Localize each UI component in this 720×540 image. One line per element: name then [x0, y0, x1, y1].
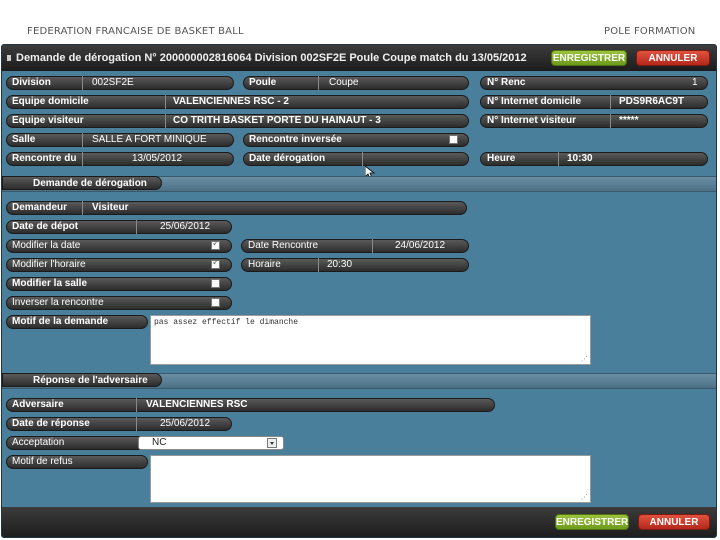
- heure-label: Heure: [487, 153, 516, 164]
- modifier-horaire-label: Modifier l'horaire: [12, 259, 86, 270]
- date-rencontre-label: Date Rencontre: [248, 240, 319, 251]
- date-rencontre-value: 24/06/2012: [395, 240, 446, 251]
- motif-refus-textarea[interactable]: ⋰: [150, 455, 591, 503]
- rencontre-du-label: Rencontre du: [12, 153, 77, 164]
- derogation-window: Demande de dérogation N° 200000002816064…: [1, 44, 717, 538]
- acceptation-value: NC: [152, 437, 167, 448]
- divider: [82, 201, 83, 215]
- modifier-horaire-checkbox[interactable]: [211, 258, 220, 269]
- motif-demande-textarea[interactable]: pas assez effectif le dimanche ⋰: [150, 315, 591, 365]
- division-label: Division: [12, 77, 51, 88]
- modifier-salle-label: Modifier la salle: [12, 278, 88, 289]
- divider: [136, 417, 137, 431]
- rencontre-inversee-label: Rencontre inversée: [249, 134, 342, 145]
- demandeur-field: [6, 201, 467, 215]
- division-value: 002SF2E: [92, 77, 134, 88]
- date-depot-value: 25/06/2012: [160, 221, 211, 232]
- slide-right-header: POLE FORMATION: [604, 26, 696, 37]
- modifier-salle-checkbox[interactable]: [211, 279, 220, 288]
- cancel-button[interactable]: ANNULER: [636, 50, 710, 66]
- modifier-date-label: Modifier la date: [12, 240, 81, 251]
- divider: [82, 133, 83, 147]
- internet-visiteur-value: *****: [619, 115, 639, 126]
- footer-cancel-button[interactable]: ANNULER: [638, 514, 710, 530]
- date-reponse-value: 25/06/2012: [160, 418, 211, 429]
- poule-label: Poule: [249, 77, 277, 88]
- date-reponse-label: Date de réponse: [12, 418, 90, 429]
- equipe-visiteur-label: Equipe visiteur: [12, 115, 84, 126]
- resize-grip-icon[interactable]: ⋰: [581, 493, 588, 501]
- internet-domicile-value: PDS9R6AC9T: [619, 96, 685, 107]
- equipe-domicile-label: Equipe domicile: [12, 96, 89, 107]
- date-depot-label: Date de dépot: [12, 221, 79, 232]
- demande-section-title: Demande de dérogation: [33, 178, 147, 189]
- horaire-label: Horaire: [248, 259, 281, 270]
- modifier-date-checkbox[interactable]: [211, 239, 220, 250]
- chevron-down-icon[interactable]: [267, 438, 277, 448]
- motif-demande-label: Motif de la demande: [12, 316, 109, 327]
- internet-visiteur-label: N° Internet visiteur: [487, 115, 577, 126]
- save-button[interactable]: ENREGISTRER: [551, 50, 627, 66]
- motif-refus-label: Motif de refus: [12, 456, 73, 467]
- adversaire-value: VALENCIENNES RSC: [146, 399, 248, 410]
- reponse-section-title: Réponse de l'adversaire: [33, 375, 148, 386]
- equipe-visiteur-value: CO TRITH BASKET PORTE DU HAINAUT - 3: [173, 115, 381, 126]
- divider: [136, 398, 137, 412]
- reponse-section-tab[interactable]: Réponse de l'adversaire: [2, 373, 162, 387]
- divider: [318, 258, 319, 272]
- internet-domicile-label: N° Internet domicile: [487, 96, 582, 107]
- rencontre-number-value: 1: [692, 77, 698, 88]
- rencontre-inversee-checkbox[interactable]: [449, 135, 458, 144]
- horaire-value: 20:30: [327, 259, 353, 270]
- equipe-domicile-value: VALENCIENNES RSC - 2: [173, 96, 289, 107]
- divider: [165, 114, 166, 128]
- salle-label: Salle: [12, 134, 36, 145]
- resize-grip-icon[interactable]: ⋰: [581, 355, 588, 363]
- adversaire-field: [6, 398, 495, 412]
- slide-left-header: FEDERATION FRANCAISE DE BASKET BALL: [27, 26, 244, 37]
- window-footer: ENREGISTRER ANNULER: [2, 507, 716, 537]
- divider: [362, 152, 363, 166]
- salle-value: SALLE A FORT MINIQUE: [92, 134, 207, 145]
- motif-demande-text: pas assez effectif le dimanche: [154, 318, 299, 327]
- heure-value: 10:30: [567, 153, 593, 164]
- divider: [372, 239, 373, 253]
- inverser-checkbox[interactable]: [211, 298, 220, 307]
- adversaire-label: Adversaire: [12, 399, 64, 410]
- divider: [165, 95, 166, 109]
- rencontre-du-value: 13/05/2012: [132, 153, 183, 164]
- divider: [136, 220, 137, 234]
- demandeur-label: Demandeur: [12, 202, 68, 213]
- window-title: Demande de dérogation N° 200000002816064…: [7, 52, 527, 64]
- acceptation-label: Acceptation: [12, 437, 65, 448]
- divider: [610, 95, 611, 109]
- rencontre-number-label: N° Renc: [487, 77, 526, 88]
- divider: [558, 152, 559, 166]
- demandeur-value: Visiteur: [92, 202, 129, 213]
- footer-save-button[interactable]: ENREGISTRER: [555, 514, 629, 530]
- demande-section-bar: Demande de dérogation: [2, 176, 716, 192]
- divider: [318, 76, 319, 90]
- divider: [82, 152, 83, 166]
- poule-value: Coupe: [329, 77, 359, 88]
- inverser-label: Inverser la rencontre: [12, 297, 104, 308]
- reponse-section-bar: Réponse de l'adversaire: [2, 373, 716, 389]
- divider: [610, 114, 611, 128]
- window-titlebar: Demande de dérogation N° 200000002816064…: [2, 45, 716, 71]
- demande-section-tab[interactable]: Demande de dérogation: [2, 176, 162, 190]
- divider: [82, 76, 83, 90]
- date-derogation-label: Date dérogation: [249, 153, 326, 164]
- acceptation-select[interactable]: NC: [138, 436, 284, 450]
